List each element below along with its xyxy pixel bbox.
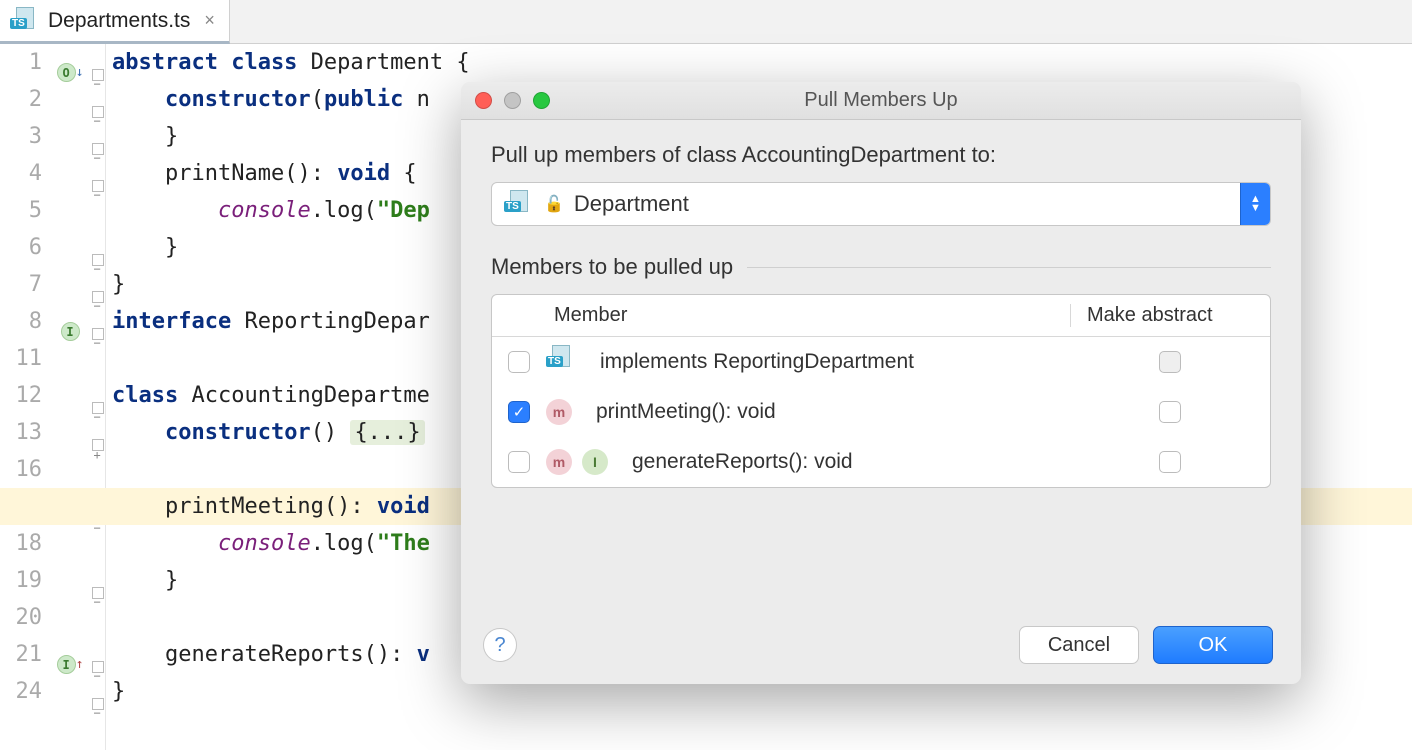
override-down-icon[interactable]: O↓ (50, 52, 90, 92)
fold-handle[interactable] (90, 241, 105, 278)
make-abstract-checkbox (1159, 351, 1181, 373)
make-abstract-checkbox[interactable] (1159, 451, 1181, 473)
code-line[interactable]: interface ReportingDepar (112, 303, 430, 340)
typescript-file-icon: TS (10, 9, 40, 33)
fold-handle[interactable] (90, 93, 105, 130)
fold-handle[interactable] (90, 389, 105, 426)
cancel-button[interactable]: Cancel (1019, 626, 1139, 664)
code-line[interactable]: console.log("The (112, 525, 430, 562)
fold-handle[interactable] (90, 685, 105, 722)
code-line[interactable]: abstract class Department { (112, 44, 470, 81)
window-controls (475, 92, 550, 109)
members-table-header: Member Make abstract (492, 295, 1270, 337)
members-table: Member Make abstract TS implements Report… (491, 294, 1271, 488)
typescript-class-icon: TS (504, 192, 534, 216)
member-row[interactable]: mIgenerateReports(): void (492, 437, 1270, 487)
code-line[interactable]: constructor() {...} (112, 414, 425, 451)
member-row[interactable]: ✓ m printMeeting(): void (492, 387, 1270, 437)
code-line[interactable]: generateReports(): v (112, 636, 430, 673)
fold-handle[interactable] (90, 278, 105, 315)
line-number-column: 1234567811121316171819202124 (0, 44, 50, 750)
code-line[interactable]: } (112, 229, 178, 266)
method-icon: m (546, 449, 572, 475)
member-row[interactable]: TS implements ReportingDepartment (492, 337, 1270, 387)
code-line[interactable]: } (112, 673, 125, 710)
fold-handle[interactable] (90, 574, 105, 611)
fold-handle[interactable] (90, 167, 105, 204)
fold-column (90, 44, 106, 750)
tab-departments[interactable]: TS Departments.ts × (0, 0, 230, 44)
code-line[interactable]: printName(): void { (112, 155, 417, 192)
code-line[interactable]: } (112, 118, 178, 155)
column-member: Member (546, 304, 1070, 327)
member-label: printMeeting(): void (596, 400, 776, 424)
lock-open-icon: 🔓 (544, 194, 564, 214)
fold-handle[interactable] (90, 315, 105, 352)
implements-up-icon[interactable]: I↑ (50, 644, 90, 684)
combo-stepper[interactable]: ▲▼ (1240, 183, 1270, 225)
column-make-abstract: Make abstract (1070, 304, 1270, 327)
implements-badge-icon: I (582, 449, 608, 475)
code-line[interactable]: constructor(public n (112, 81, 430, 118)
code-line[interactable]: printMeeting(): void (112, 488, 430, 525)
member-label: generateReports(): void (632, 450, 853, 474)
pull-members-up-dialog: Pull Members Up Pull up members of class… (461, 82, 1301, 684)
code-line[interactable]: class AccountingDepartme (112, 377, 430, 414)
fold-handle[interactable] (90, 426, 105, 463)
implements-icon[interactable]: I (50, 311, 90, 348)
include-checkbox[interactable]: ✓ (508, 401, 530, 423)
tab-bar: TS Departments.ts × (0, 0, 1412, 44)
members-section-label: Members to be pulled up (491, 254, 733, 280)
include-checkbox[interactable] (508, 451, 530, 473)
gutter: 1234567811121316171819202124 O↓ I I↑ (0, 44, 106, 750)
fold-handle[interactable] (90, 648, 105, 685)
code-line[interactable]: console.log("Dep (112, 192, 430, 229)
fold-handle[interactable] (90, 130, 105, 167)
code-line[interactable]: } (112, 266, 125, 303)
interface-icon: TS (546, 347, 576, 377)
dialog-titlebar[interactable]: Pull Members Up (461, 82, 1301, 120)
close-window-icon[interactable] (475, 92, 492, 109)
target-class-value: Department (574, 191, 689, 217)
dialog-title: Pull Members Up (461, 89, 1301, 112)
ok-button[interactable]: OK (1153, 626, 1273, 664)
include-checkbox[interactable] (508, 351, 530, 373)
help-button[interactable]: ? (483, 628, 517, 662)
fold-handle[interactable] (90, 56, 105, 93)
close-icon[interactable]: × (204, 10, 215, 31)
method-icon: m (546, 399, 572, 425)
make-abstract-checkbox[interactable] (1159, 401, 1181, 423)
code-line[interactable]: } (112, 562, 178, 599)
tab-filename: Departments.ts (48, 9, 190, 33)
target-class-combo[interactable]: TS 🔓 Department ▲▼ (491, 182, 1271, 226)
minimize-window-icon[interactable] (504, 92, 521, 109)
member-label: implements ReportingDepartment (600, 350, 914, 374)
zoom-window-icon[interactable] (533, 92, 550, 109)
dialog-prompt: Pull up members of class AccountingDepar… (491, 142, 1271, 168)
gutter-icon-column: O↓ I I↑ (50, 44, 90, 750)
divider (747, 267, 1271, 268)
